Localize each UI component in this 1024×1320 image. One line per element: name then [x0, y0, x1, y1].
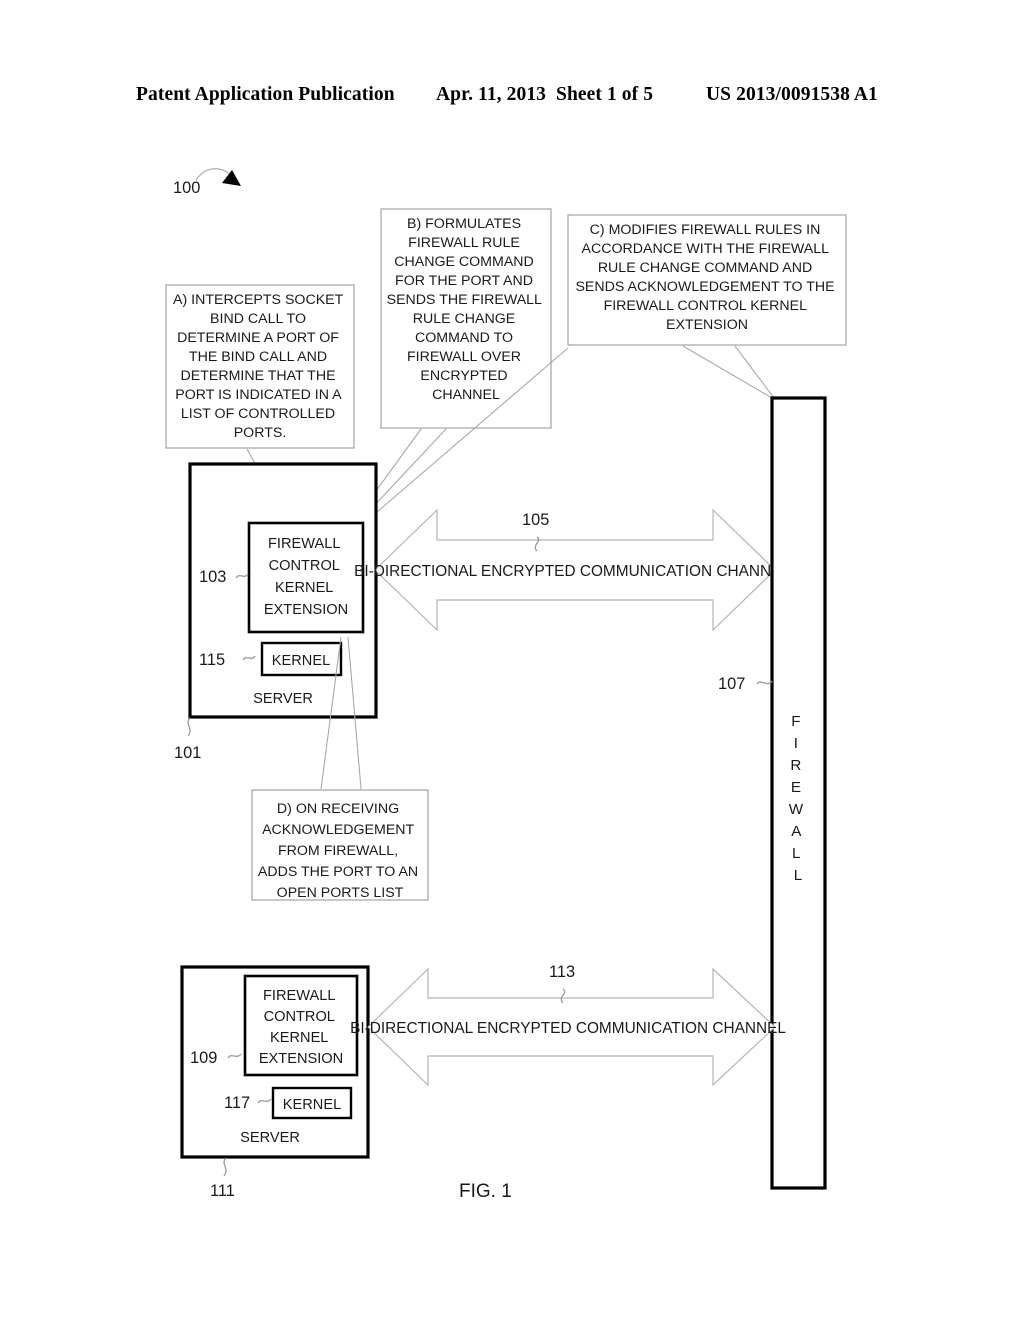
firewall: F I R E W A L L 107	[718, 396, 827, 1190]
channel-top: BI-DIRECTIONAL ENCRYPTED COMMUNICATION C…	[354, 508, 790, 632]
figure-ref-100-label: 100	[173, 179, 200, 197]
figure-ref-100: 100	[173, 168, 241, 197]
channel-bottom-label: BI-DIRECTIONAL ENCRYPTED COMMUNICATION C…	[350, 1020, 786, 1037]
ref-115: 115	[199, 651, 225, 669]
step-b-callout: B) FORMULATES FIREWALL RULE CHANGE COMMA…	[351, 208, 552, 526]
server-top: FIREWALL CONTROL KERNEL EXTENSION 103 KE…	[174, 462, 378, 762]
server-top-label: SERVER	[253, 691, 313, 707]
ref-103: 103	[199, 568, 226, 586]
ref-107: 107	[718, 675, 745, 693]
figure-1-diagram: 100 A) INTERCEPTS SOCKET BIND CALL TO DE…	[165, 168, 847, 1202]
kernel-top-label: KERNEL	[272, 653, 330, 669]
server-bottom-label: SERVER	[240, 1130, 300, 1146]
step-d-text: D) ON RECEIVING ACKNOWLEDGEMENT FROM FIR…	[258, 801, 422, 901]
ref-105: 105	[522, 511, 549, 529]
channel-bottom: BI-DIRECTIONAL ENCRYPTED COMMUNICATION C…	[350, 963, 786, 1087]
channel-top-label: BI-DIRECTIONAL ENCRYPTED COMMUNICATION C…	[354, 563, 790, 580]
figure-caption: FIG. 1	[459, 1181, 512, 1202]
kernel-bottom-label: KERNEL	[283, 1097, 341, 1113]
patent-page: Patent Application Publication Apr. 11, …	[0, 0, 1024, 1320]
ref-111: 111	[210, 1182, 235, 1200]
server-bottom: FIREWALL CONTROL KERNEL EXTENSION 109 KE…	[180, 965, 370, 1200]
ref-117: 117	[224, 1094, 250, 1112]
ref-101: 101	[174, 744, 201, 762]
ref-109: 109	[190, 1049, 217, 1067]
ref-113: 113	[549, 963, 575, 981]
